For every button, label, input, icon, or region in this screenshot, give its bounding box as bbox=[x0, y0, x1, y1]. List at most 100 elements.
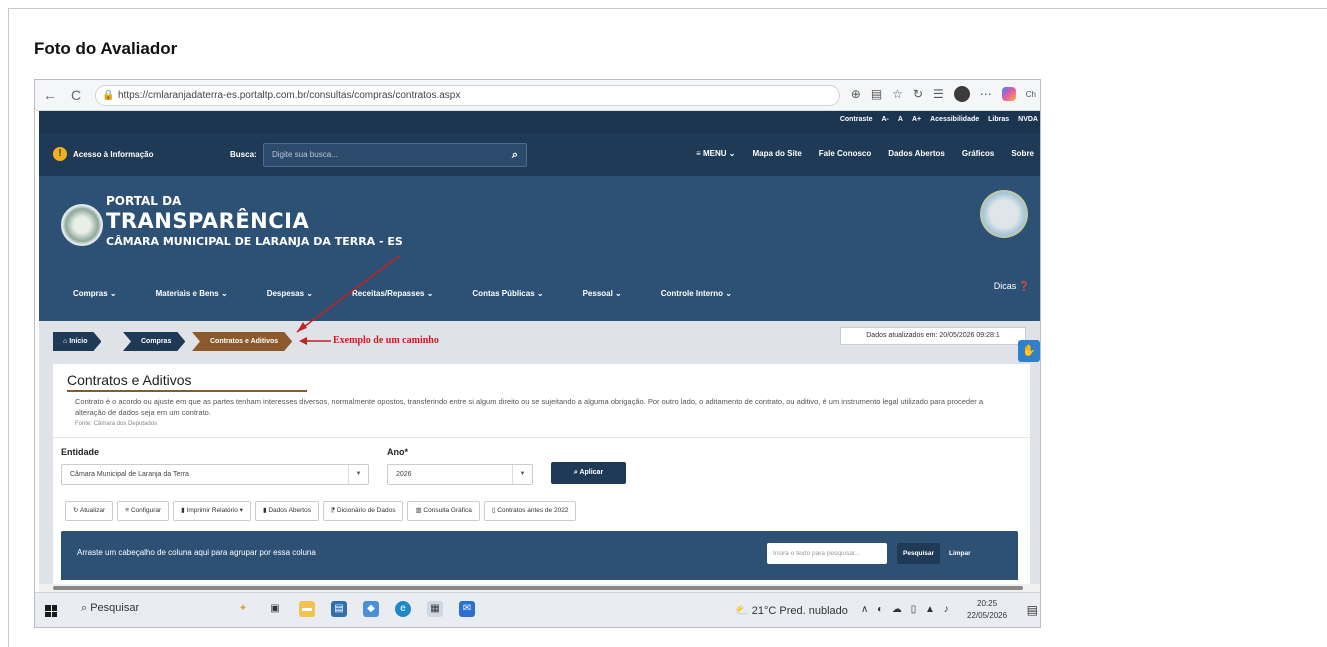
avatar[interactable] bbox=[953, 86, 970, 102]
data-grid-header: Arraste um cabeçalho de coluna aqui para… bbox=[61, 531, 1018, 580]
outlook-icon[interactable]: ✉ bbox=[459, 601, 475, 617]
copilot-icon[interactable] bbox=[1001, 87, 1016, 101]
font-reset[interactable]: A bbox=[898, 116, 903, 123]
photos-icon[interactable]: ◆ bbox=[363, 601, 379, 617]
edge-icon[interactable]: e bbox=[395, 601, 411, 617]
taskbar-search[interactable]: ⌕ Pesquisar bbox=[81, 602, 139, 615]
horizontal-scrollbar[interactable] bbox=[39, 584, 1040, 592]
print-report-button[interactable]: ▮ Imprimir Relatório ▾ bbox=[173, 501, 251, 521]
apply-label: Aplicar bbox=[579, 469, 604, 476]
toolbar: ↻ Atualizar ≡ Configurar ▮ Imprimir Rela… bbox=[65, 501, 577, 521]
search-label: Busca: bbox=[230, 150, 257, 159]
clock-time: 20:25 bbox=[977, 599, 998, 608]
sign-language-icon[interactable]: ✋ bbox=[1018, 340, 1040, 362]
contracts-card: Contratos e Aditivos Contrato é o acordo… bbox=[53, 364, 1030, 590]
font-decrease[interactable]: A- bbox=[882, 116, 889, 123]
entity-label: Entidade bbox=[61, 447, 100, 457]
grid-search-button[interactable]: Pesquisar bbox=[897, 543, 941, 564]
contrast-toggle[interactable]: Contraste bbox=[840, 116, 873, 123]
favorite-icon[interactable]: ☆ bbox=[892, 87, 903, 101]
breadcrumb-home[interactable]: ⌂ Início bbox=[53, 332, 101, 351]
contact-link[interactable]: Fale Conosco bbox=[819, 149, 871, 158]
old-contracts-button[interactable]: ▯ Contratos antes de 2022 bbox=[483, 501, 577, 521]
year-value: 2026 bbox=[396, 471, 412, 478]
portal-title: TRANSPARÊNCIA bbox=[106, 209, 310, 233]
title-underline bbox=[67, 390, 307, 392]
font-increase[interactable]: A+ bbox=[912, 116, 921, 123]
search-icon[interactable]: ⌕ bbox=[512, 144, 518, 166]
windows-start-icon[interactable] bbox=[45, 605, 57, 617]
taskbar-apps: ✦ ▣ ▬ ▤ ◆ e ▦ ✉ bbox=[235, 601, 475, 617]
reload-icon[interactable]: C bbox=[67, 86, 85, 104]
open-data-button[interactable]: ▮ Dados Abertos bbox=[254, 501, 319, 521]
grid-clear-button[interactable]: Limpar bbox=[943, 543, 977, 564]
calculator-icon[interactable]: ▦ bbox=[427, 601, 443, 617]
breadcrumb-compras[interactable]: Compras bbox=[123, 332, 185, 351]
about-link[interactable]: Sobre bbox=[1011, 149, 1034, 158]
refresh-icon[interactable]: ↻ bbox=[913, 87, 923, 101]
accessibility-link[interactable]: Acessibilidade bbox=[930, 116, 979, 123]
tips-label: Dicas bbox=[993, 281, 1017, 291]
year-label: Ano* bbox=[387, 447, 408, 457]
entity-select[interactable]: Câmara Municipal de Laranja da Terra ▼ bbox=[61, 464, 369, 485]
file-explorer-icon[interactable]: ▬ bbox=[299, 601, 315, 617]
configure-button[interactable]: ≡ Configurar bbox=[117, 501, 170, 521]
back-icon[interactable]: ← bbox=[41, 86, 59, 104]
grid-search-input[interactable]: Insira o texto para pesquisar... bbox=[767, 543, 887, 564]
tool-label: Dados Abertos bbox=[268, 507, 311, 514]
access-info-link[interactable]: Acesso à Informação bbox=[73, 150, 153, 159]
nvda-link[interactable]: NVDA bbox=[1018, 116, 1038, 123]
divider bbox=[53, 437, 1030, 438]
refresh-button[interactable]: ↻ Atualizar bbox=[65, 501, 114, 521]
zoom-icon[interactable]: ⊕ bbox=[851, 87, 861, 101]
taskbar: ⌕ Pesquisar ✦ ▣ ▬ ▤ ◆ e ▦ ✉ ⛅ 21°C Pred.… bbox=[35, 592, 1040, 627]
clock[interactable]: 20:25 22/05/2026 bbox=[967, 598, 1007, 622]
copilot-icon[interactable]: ✦ bbox=[235, 601, 251, 617]
data-dictionary-button[interactable]: ⁋ Dicionário de Dados bbox=[322, 501, 404, 521]
weather-widget[interactable]: ⛅ 21°C Pred. nublado bbox=[735, 604, 848, 617]
municipal-seal-icon[interactable] bbox=[61, 204, 103, 246]
url-bar[interactable]: 🔒 https://cmlaranjadaterra-es.portaltp.c… bbox=[95, 85, 840, 106]
tool-label: Imprimir Relatório bbox=[186, 507, 238, 514]
clock-date: 22/05/2026 bbox=[967, 611, 1008, 620]
notification-icon[interactable]: ▤ bbox=[1027, 603, 1038, 617]
page-title: Foto do Avaliador bbox=[34, 39, 178, 58]
content-area: Contratos e Aditivos Contrato é o acordo… bbox=[39, 362, 1040, 592]
menu-button[interactable]: ≡ MENU ⌄ bbox=[696, 149, 735, 158]
breadcrumb-contratos[interactable]: Contratos e Aditivos bbox=[192, 332, 292, 351]
menu-receitas[interactable]: Receitas/Repasses ⌄ bbox=[352, 289, 433, 298]
section-title: Contratos e Aditivos bbox=[67, 372, 192, 388]
menu-despesas[interactable]: Despesas ⌄ bbox=[267, 289, 313, 298]
year-select[interactable]: 2026 ▼ bbox=[387, 464, 533, 485]
last-updated: Dados atualizados em: 20/05/2026 09:28:1 bbox=[840, 327, 1026, 345]
libras-link[interactable]: Libras bbox=[988, 116, 1009, 123]
browser-icons: ⊕ ▤ ☆ ↻ ☰ ⋯ Ch bbox=[851, 86, 1036, 102]
tool-label: Configurar bbox=[130, 507, 162, 514]
tool-label: Consulta Gráfica bbox=[423, 507, 472, 514]
tips-button[interactable]: Dicas ❓ bbox=[994, 281, 1030, 292]
search-input[interactable]: Digite sua busca... ⌕ bbox=[263, 143, 527, 167]
scrollbar-thumb[interactable] bbox=[53, 586, 1023, 590]
chamber-seal-icon bbox=[980, 190, 1028, 238]
site-map-link[interactable]: Mapa do Site bbox=[752, 149, 801, 158]
menu-materiais[interactable]: Materiais e Bens ⌄ bbox=[156, 289, 228, 298]
more-icon[interactable]: ⋯ bbox=[980, 87, 992, 101]
collections-icon[interactable]: ☰ bbox=[933, 87, 944, 101]
weather-icon: ⛅ bbox=[735, 605, 752, 617]
portal-banner: PORTAL DA TRANSPARÊNCIA CÂMARA MUNICIPAL… bbox=[39, 176, 1040, 321]
main-menu: Compras ⌄ Materiais e Bens ⌄ Despesas ⌄ … bbox=[73, 289, 732, 298]
menu-pessoal[interactable]: Pessoal ⌄ bbox=[583, 289, 622, 298]
section-description: Contrato é o acordo ou ajuste em que as … bbox=[75, 397, 984, 417]
apply-button[interactable]: ⌕ Aplicar bbox=[551, 462, 626, 484]
open-data-link[interactable]: Dados Abertos bbox=[888, 149, 945, 158]
task-view-icon[interactable]: ▣ bbox=[267, 601, 283, 617]
system-tray[interactable]: ∧ ◐ ☁ ▯ ▲ ♪ bbox=[861, 604, 952, 615]
menu-controle[interactable]: Controle Interno ⌄ bbox=[661, 289, 732, 298]
chart-query-button[interactable]: ▥ Consulta Gráfica bbox=[407, 501, 480, 521]
menu-compras[interactable]: Compras ⌄ bbox=[73, 289, 117, 298]
charts-link[interactable]: Gráficos bbox=[962, 149, 994, 158]
reader-icon[interactable]: ▤ bbox=[871, 87, 882, 101]
menu-contas[interactable]: Contas Públicas ⌄ bbox=[472, 289, 543, 298]
store-icon[interactable]: ▤ bbox=[331, 601, 347, 617]
help-icon: ❓ bbox=[1018, 281, 1030, 291]
